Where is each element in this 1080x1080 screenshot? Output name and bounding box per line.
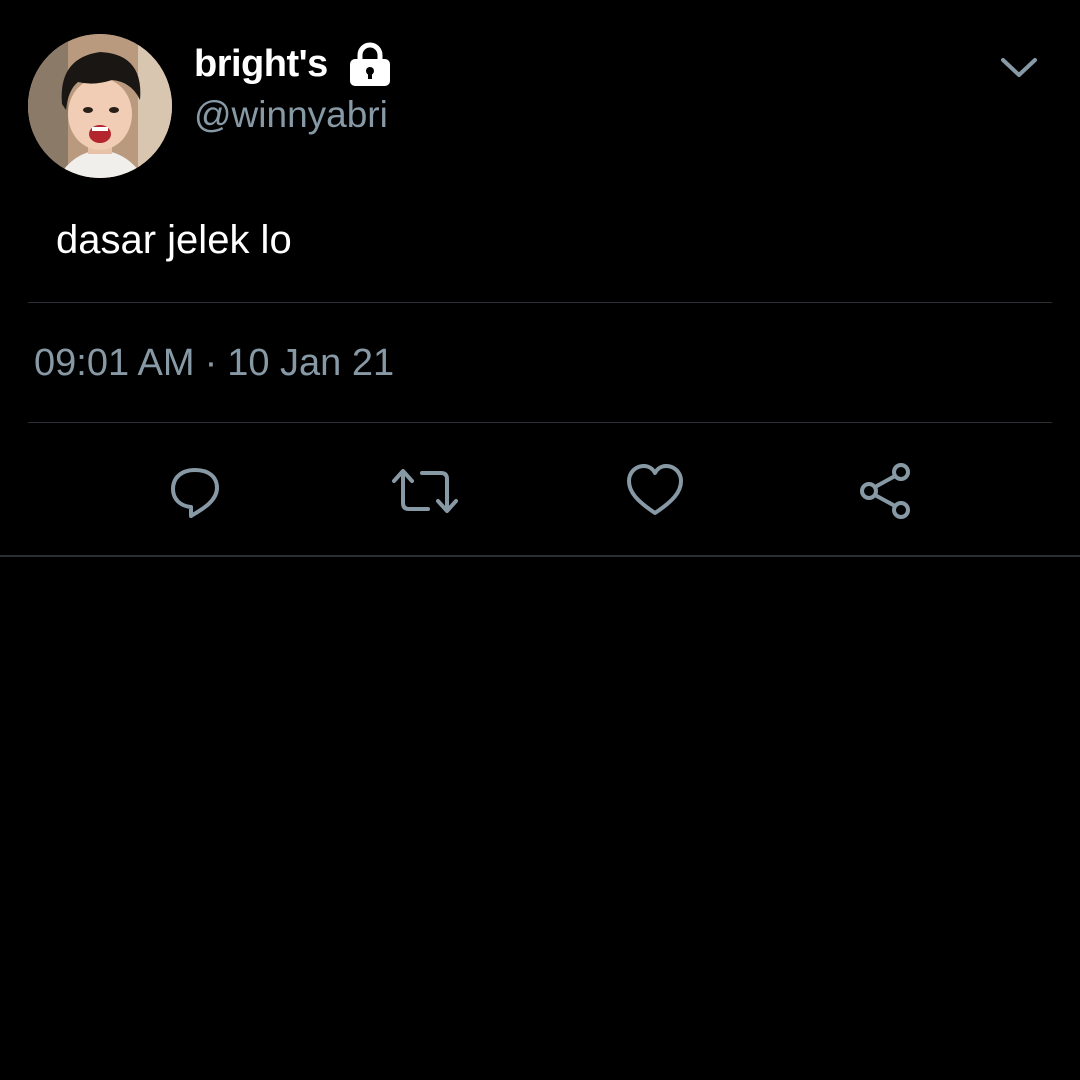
timestamp-separator: · bbox=[204, 342, 218, 384]
heart-icon bbox=[627, 464, 683, 515]
tweet: bright's @winnyabri dasar jelek lo 09:01… bbox=[0, 0, 1080, 556]
timestamp[interactable]: 09:01 AM · 10 Jan 21 bbox=[34, 342, 394, 385]
like-button[interactable] bbox=[620, 456, 690, 526]
profile-photo-icon bbox=[28, 34, 172, 178]
divider bbox=[28, 422, 1052, 423]
share-icon bbox=[860, 463, 910, 519]
action-bar bbox=[0, 456, 1080, 526]
reply-button[interactable] bbox=[160, 456, 230, 526]
author-handle[interactable]: @winnyabri bbox=[194, 94, 388, 136]
divider bbox=[28, 302, 1052, 303]
author-name-row: bright's bbox=[194, 40, 392, 88]
comment-bubble-icon bbox=[171, 468, 219, 518]
display-name[interactable]: bright's bbox=[194, 43, 328, 86]
tweet-bottom-border bbox=[0, 555, 1080, 557]
tweet-text: dasar jelek lo bbox=[56, 218, 292, 262]
share-button[interactable] bbox=[850, 456, 920, 526]
retweet-button[interactable] bbox=[390, 456, 460, 526]
lock-icon bbox=[348, 41, 392, 87]
retweet-icon bbox=[392, 469, 458, 513]
chevron-down-icon[interactable] bbox=[998, 50, 1040, 84]
tweet-time: 09:01 AM bbox=[34, 342, 195, 384]
tweet-date: 10 Jan 21 bbox=[227, 342, 395, 384]
avatar[interactable] bbox=[28, 34, 172, 178]
